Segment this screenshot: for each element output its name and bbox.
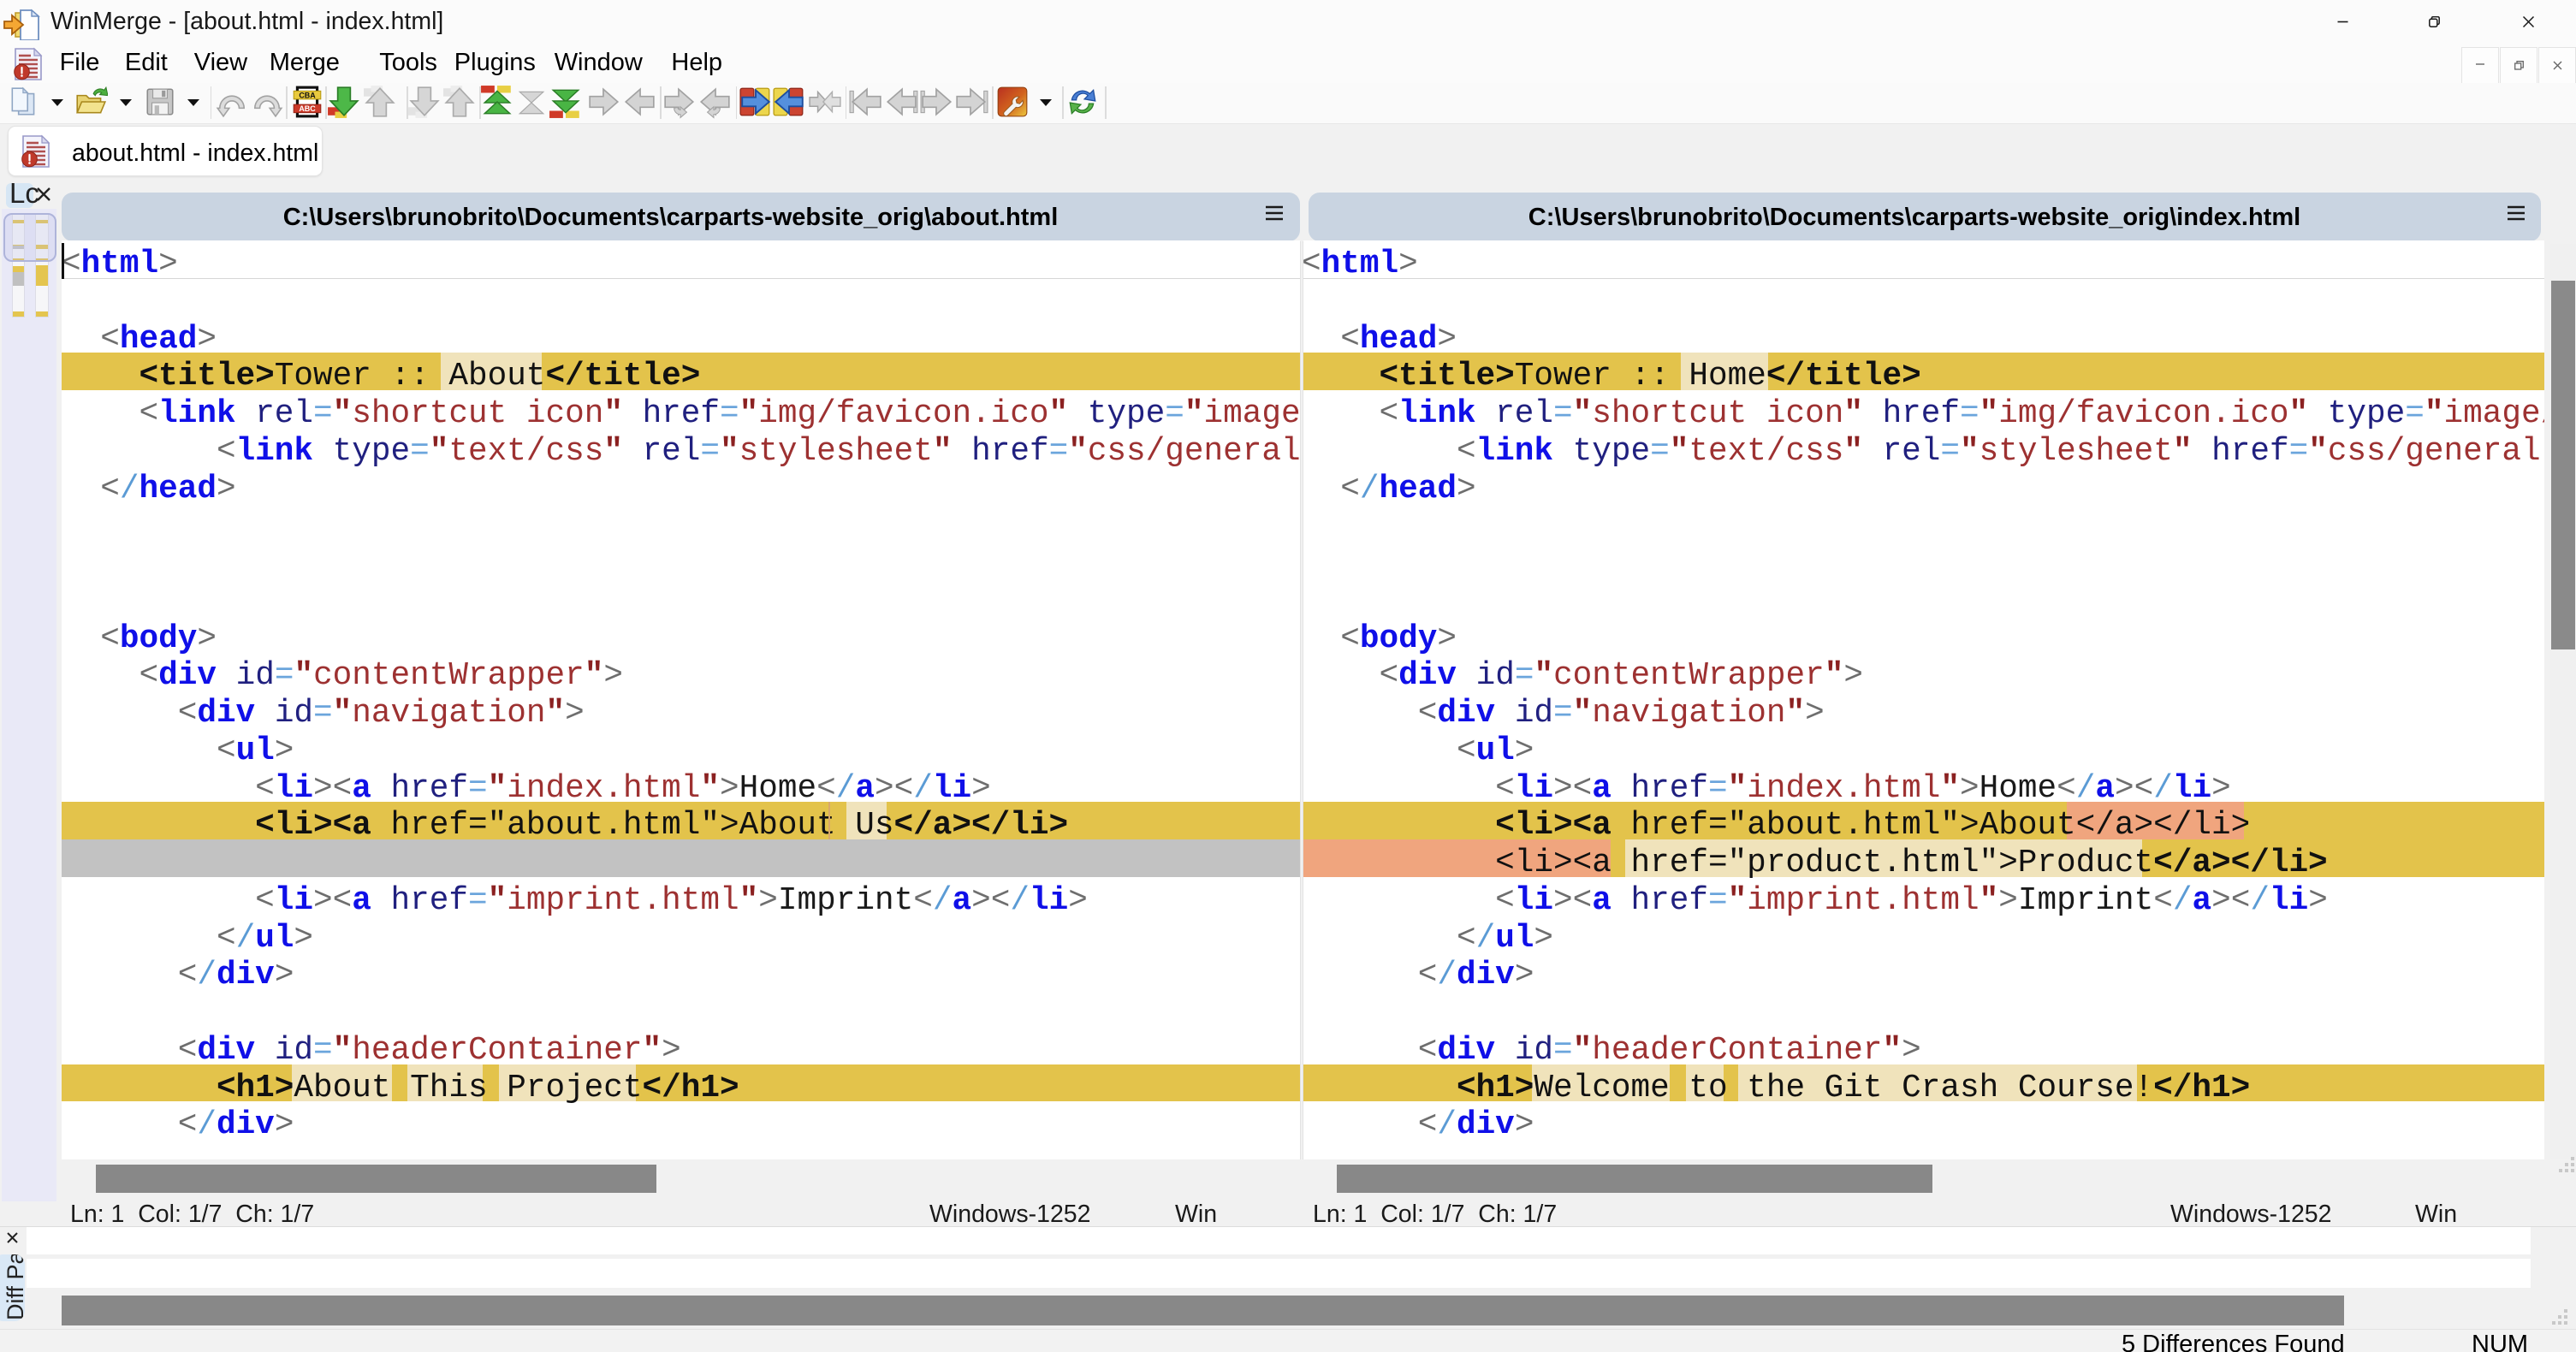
svg-text:ABC: ABC	[299, 104, 316, 113]
svg-text:CBA: CBA	[299, 91, 316, 99]
